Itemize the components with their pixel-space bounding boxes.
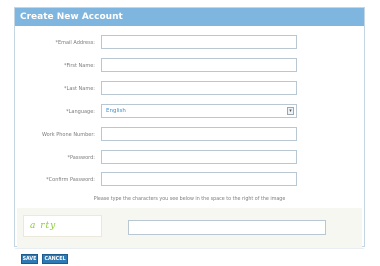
confirm-password-field[interactable] (101, 172, 297, 186)
work-phone-row: Work Phone Number: (15, 127, 364, 143)
confirm-password-label: *Confirm Password: (46, 177, 95, 183)
password-field[interactable] (101, 150, 297, 164)
email-label: *Email Address: (55, 40, 95, 46)
work-phone-label: Work Phone Number: (41, 132, 95, 138)
captcha-instructions: Please type the characters you see below… (93, 197, 286, 202)
first-name-row: *First Name: (15, 58, 364, 74)
captcha-input[interactable] (128, 220, 326, 235)
language-select[interactable]: English ▾ (101, 104, 297, 118)
save-button[interactable]: SAVE (21, 254, 38, 264)
language-label: *Language: (66, 109, 95, 115)
last-name-field[interactable] (101, 81, 297, 95)
password-row: *Password: (15, 150, 364, 166)
panel-title: Create New Account (15, 8, 364, 26)
cancel-button[interactable]: CANCEL (42, 254, 68, 264)
email-field[interactable] (101, 35, 297, 49)
create-account-panel: Create New Account *Email Address: *Firs… (14, 7, 365, 266)
email-row: *Email Address: (15, 35, 364, 51)
first-name-field[interactable] (101, 58, 297, 72)
chevron-down-icon[interactable]: ▾ (287, 107, 294, 115)
work-phone-field[interactable] (101, 127, 297, 141)
first-name-label: *First Name: (63, 63, 95, 69)
captcha-image: a rty (23, 215, 102, 237)
language-selected-value: English (106, 108, 126, 114)
language-row: *Language: English ▾ (15, 104, 364, 120)
last-name-row: *Last Name: (15, 81, 364, 97)
password-label: *Password: (67, 155, 95, 161)
last-name-label: *Last Name: (64, 86, 95, 92)
confirm-password-row: *Confirm Password: (15, 172, 364, 188)
captcha-section: a rty (17, 208, 362, 248)
